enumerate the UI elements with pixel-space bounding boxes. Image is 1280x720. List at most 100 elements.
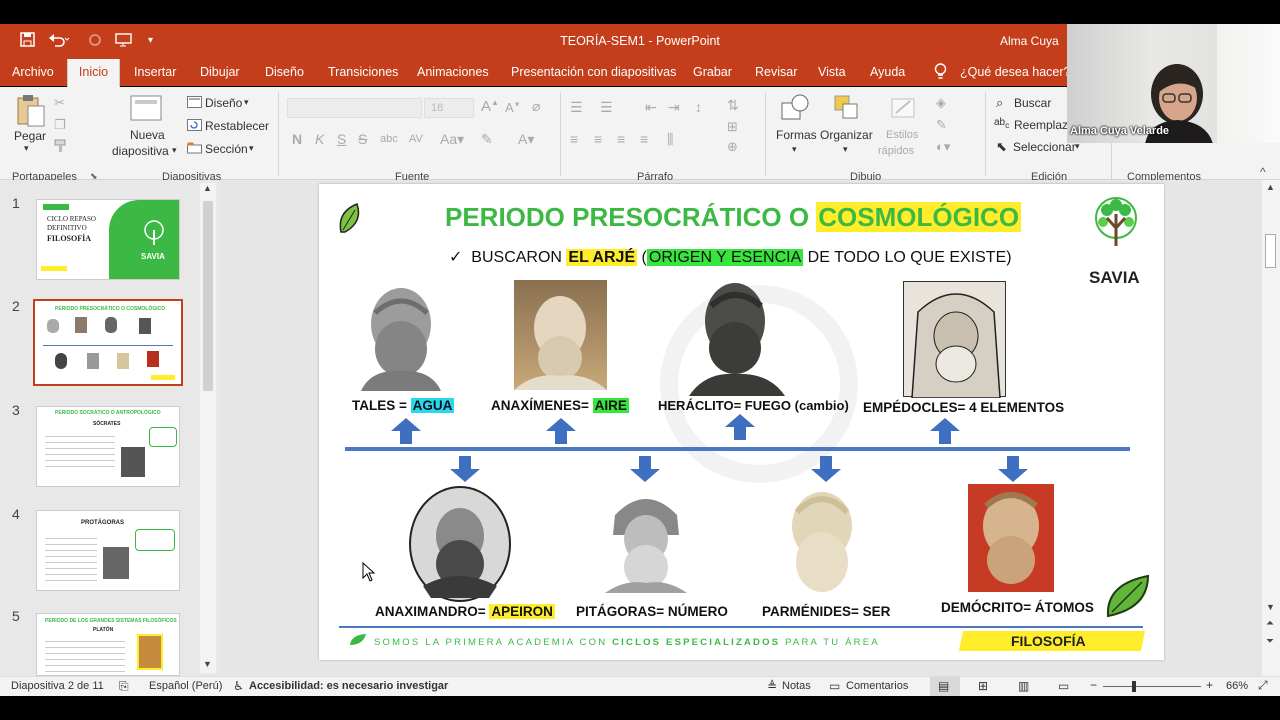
copy-icon[interactable]: ❐: [54, 117, 66, 133]
next-slide-icon[interactable]: ⏷: [1266, 636, 1274, 647]
shape-outline-icon[interactable]: ✎: [936, 117, 947, 133]
scroll-up-icon[interactable]: ▲: [1266, 182, 1275, 192]
quick-styles-label[interactable]: rápidos: [878, 145, 914, 157]
notes-button[interactable]: Notas: [782, 680, 811, 692]
thumbnail-slide-2[interactable]: PERIODO PRESOCRÁTICO O COSMOLÓGICO: [33, 299, 183, 386]
scroll-up-icon[interactable]: ▲: [203, 183, 212, 193]
quick-styles-button[interactable]: Estilos: [886, 129, 918, 141]
arrange-button[interactable]: Organizar: [820, 128, 873, 142]
find-button[interactable]: Buscar: [1014, 96, 1051, 110]
thumbnail-slide-4[interactable]: PROTÁGORAS: [36, 510, 180, 591]
reset-button[interactable]: Restablecer: [205, 119, 269, 133]
new-slide-icon[interactable]: [130, 95, 162, 126]
select-cursor-icon[interactable]: ⬉: [996, 139, 1007, 155]
section-icon[interactable]: [187, 142, 202, 157]
tab-insertar[interactable]: Insertar: [134, 65, 176, 79]
font-family-box[interactable]: [287, 98, 422, 118]
spellcheck-icon[interactable]: ⎘: [119, 679, 129, 694]
tab-grabar[interactable]: Grabar: [693, 65, 732, 79]
slide-counter[interactable]: Diapositiva 2 de 11: [11, 680, 104, 692]
current-slide[interactable]: PERIODO PRESOCRÁTICO O COSMOLÓGICO ✓ BUS…: [319, 184, 1164, 660]
tab-transiciones[interactable]: Transiciones: [328, 65, 398, 79]
signed-in-user[interactable]: Alma Cuya: [1000, 34, 1059, 48]
tab-diseno[interactable]: Diseño: [265, 65, 304, 79]
section-dropdown-icon[interactable]: ▾: [249, 143, 254, 154]
search-icon[interactable]: ⌕: [996, 95, 1003, 111]
tab-inicio[interactable]: Inicio: [67, 59, 120, 87]
line-spacing-icon[interactable]: ↕: [695, 99, 702, 115]
strikethrough-icon[interactable]: S: [358, 131, 367, 147]
tab-animaciones[interactable]: Animaciones: [417, 65, 489, 79]
paste-button[interactable]: Pegar: [14, 129, 46, 143]
shape-effects-icon[interactable]: ◐▾: [936, 139, 950, 155]
previous-slide-icon[interactable]: ⏶: [1266, 618, 1274, 629]
shapes-button[interactable]: Formas: [776, 128, 817, 142]
slide-scrollbar[interactable]: ▲ ▼ ⏶ ⏷: [1262, 180, 1280, 676]
replace-icon[interactable]: abc: [994, 117, 1009, 130]
comments-icon[interactable]: ▭: [829, 679, 840, 693]
zoom-slider-thumb[interactable]: [1132, 681, 1136, 692]
clear-format-icon[interactable]: ⌀: [532, 98, 540, 115]
reset-icon[interactable]: [187, 119, 202, 134]
change-case-icon[interactable]: Aa▾: [440, 131, 464, 148]
shape-fill-icon[interactable]: ◈: [936, 95, 946, 111]
zoom-level[interactable]: 66%: [1226, 680, 1248, 692]
align-center-icon[interactable]: ≡: [594, 131, 602, 147]
tab-presentacion[interactable]: Presentación con diapositivas: [511, 65, 676, 79]
smartart-icon[interactable]: ⊕: [727, 139, 738, 155]
tab-revisar[interactable]: Revisar: [755, 65, 797, 79]
slideshow-view-icon[interactable]: ▭: [1058, 679, 1069, 693]
language-indicator[interactable]: Español (Perú): [149, 680, 222, 692]
new-slide-dropdown-icon[interactable]: ▾: [172, 145, 177, 156]
slide-sorter-icon[interactable]: ⊞: [978, 679, 988, 693]
scroll-down-icon[interactable]: ▼: [1266, 602, 1275, 612]
align-right-icon[interactable]: ≡: [617, 131, 625, 147]
fit-slide-icon[interactable]: ⤢: [1258, 678, 1268, 693]
tab-ayuda[interactable]: Ayuda: [870, 65, 905, 79]
font-color-icon[interactable]: A▾: [518, 131, 534, 148]
lightbulb-icon[interactable]: [934, 63, 947, 83]
zoom-slider-track[interactable]: [1103, 686, 1201, 687]
collapse-ribbon-icon[interactable]: ^: [1260, 165, 1266, 179]
cut-icon[interactable]: ✂: [54, 95, 65, 111]
italic-icon[interactable]: K: [315, 131, 324, 147]
layout-dropdown-icon[interactable]: ▾: [244, 97, 249, 108]
arrange-icon[interactable]: [832, 93, 862, 126]
bold-icon[interactable]: N: [292, 131, 302, 147]
increase-indent-icon[interactable]: ⇥: [668, 99, 680, 116]
paste-dropdown-icon[interactable]: ▾: [24, 143, 29, 154]
comments-button[interactable]: Comentarios: [846, 680, 908, 692]
accessibility-icon[interactable]: ♿: [233, 679, 244, 693]
underline-icon[interactable]: S: [337, 131, 346, 147]
reading-view-icon[interactable]: ▥: [1018, 679, 1029, 693]
new-slide-button[interactable]: Nueva: [130, 128, 165, 142]
format-painter-icon[interactable]: [54, 139, 68, 156]
zoom-in-icon[interactable]: +: [1206, 678, 1213, 692]
accessibility-status[interactable]: Accesibilidad: es necesario investigar: [249, 680, 448, 692]
grow-font-icon[interactable]: A▲: [481, 98, 499, 115]
shapes-dropdown-icon[interactable]: ▾: [792, 144, 797, 155]
quick-styles-icon[interactable]: [888, 93, 918, 126]
scrollbar-thumb[interactable]: [1265, 234, 1276, 268]
layout-button[interactable]: Diseño: [205, 96, 242, 110]
font-size-box[interactable]: 18: [424, 98, 474, 118]
tab-archivo[interactable]: Archivo: [12, 65, 54, 79]
thumbnail-slide-1[interactable]: CICLO REPASO DEFINITIVO FILOSOFÍA SAVIA: [36, 199, 180, 280]
decrease-indent-icon[interactable]: ⇤: [645, 99, 657, 116]
layout-icon[interactable]: [187, 96, 202, 111]
thumbnail-slide-5[interactable]: PERIODO DE LOS GRANDES SISTEMAS FILOSÓFI…: [36, 613, 180, 676]
columns-icon[interactable]: ⫼: [667, 131, 673, 148]
thumbnails-scrollbar[interactable]: ▲ ▼: [200, 183, 216, 673]
paste-icon[interactable]: [16, 94, 46, 131]
scrollbar-thumb[interactable]: [203, 201, 213, 391]
scroll-down-icon[interactable]: ▼: [203, 659, 212, 669]
section-button[interactable]: Sección: [205, 142, 248, 156]
thumbnail-slide-3[interactable]: PERIODO SOCRÁTICO O ANTROPOLÓGICO SÓCRAT…: [36, 406, 180, 487]
shrink-font-icon[interactable]: A▼: [505, 100, 521, 115]
tell-me-search[interactable]: ¿Qué desea hacer?: [960, 65, 1071, 79]
arrange-dropdown-icon[interactable]: ▾: [843, 144, 848, 155]
align-text-icon[interactable]: ⊞: [727, 119, 738, 135]
shapes-icon[interactable]: [780, 93, 812, 126]
notes-icon[interactable]: ≜: [767, 679, 777, 693]
bullets-icon[interactable]: ☰: [570, 99, 583, 116]
